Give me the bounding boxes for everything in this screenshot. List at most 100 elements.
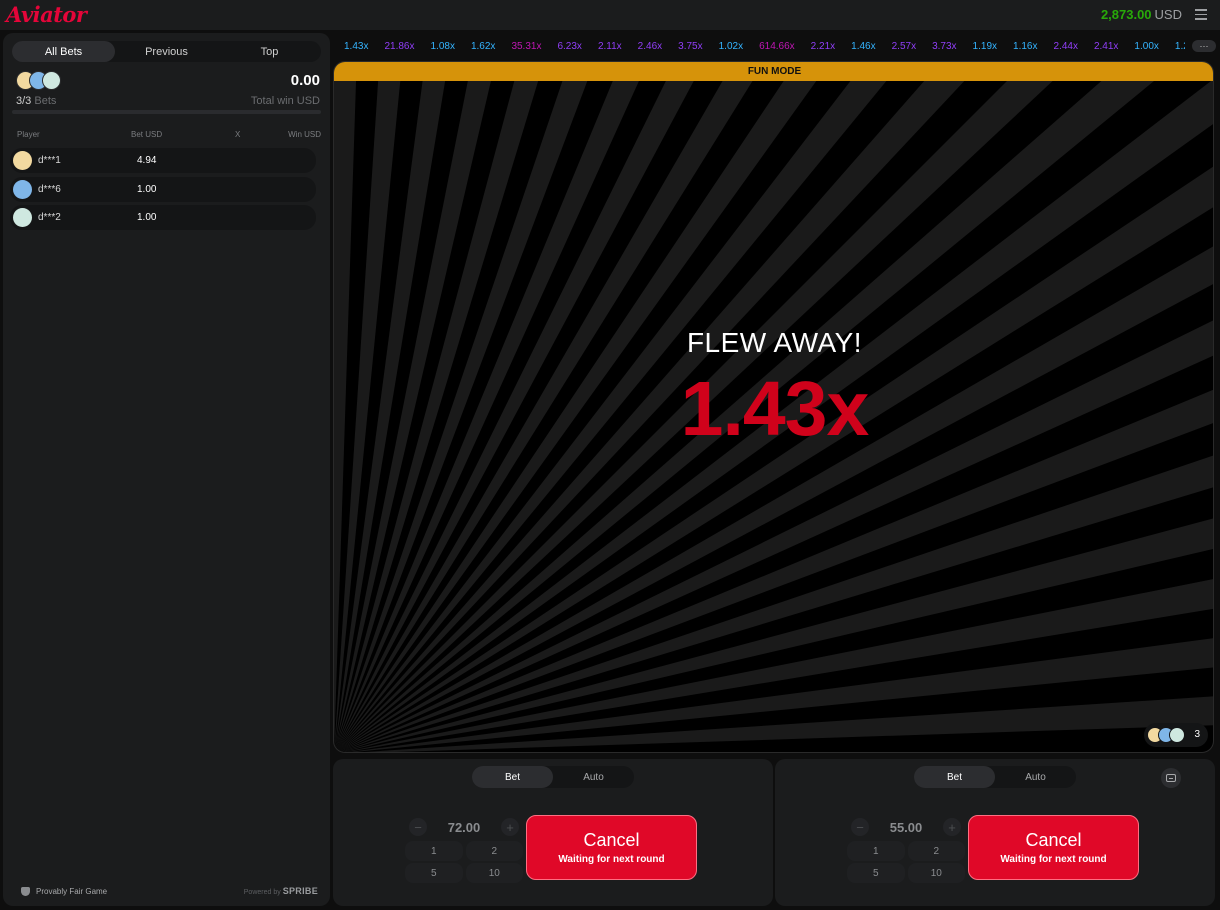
- avatar: [1169, 727, 1185, 743]
- table-row: d***6 1.00: [10, 176, 316, 202]
- decrease-button[interactable]: −: [851, 818, 869, 836]
- bets-table-header: Player Bet USD X Win USD: [12, 130, 321, 142]
- cancel-bet-button[interactable]: Cancel Waiting for next round: [968, 815, 1139, 880]
- summary-progress-bar: [12, 110, 321, 114]
- player-name: d***2: [38, 212, 61, 223]
- table-row: d***2 1.00: [10, 205, 316, 230]
- history-multiplier[interactable]: 2.46x: [638, 41, 662, 52]
- increase-button[interactable]: +: [501, 818, 519, 836]
- powered-by-label: Powered by: [243, 889, 281, 896]
- quick-amount-button[interactable]: 1: [405, 841, 463, 861]
- bet-panel-2: Bet Auto − + 1 2 5 10 Cancel Waiting for…: [775, 759, 1215, 906]
- quick-amount-button[interactable]: 2: [907, 841, 965, 861]
- bet-mode-tabs: Bet Auto: [914, 766, 1076, 788]
- avatar: [13, 179, 32, 199]
- history-multiplier[interactable]: 2.11x: [598, 41, 622, 52]
- bets-count-value: 3/3: [16, 95, 32, 107]
- history-multiplier[interactable]: 1.16x: [1013, 41, 1037, 52]
- bet-amount: 4.94: [137, 155, 157, 166]
- cancel-bet-button[interactable]: Cancel Waiting for next round: [526, 815, 697, 880]
- total-win-value: 0.00: [290, 72, 320, 89]
- history-multiplier[interactable]: 2.44x: [1053, 41, 1077, 52]
- history-multiplier[interactable]: 21.86x: [384, 41, 414, 52]
- history-multiplier[interactable]: 3.73x: [932, 41, 956, 52]
- history-multiplier[interactable]: 1.62x: [471, 41, 495, 52]
- quick-amounts: 1 2 5 10: [405, 841, 523, 883]
- quick-amount-button[interactable]: 5: [405, 863, 463, 883]
- avatar: [13, 208, 32, 227]
- bets-panel: All Bets Previous Top 3/3 Bets 0.00 Tota…: [3, 33, 330, 906]
- tab-all-bets[interactable]: All Bets: [12, 41, 115, 62]
- top-bar: Aviator 2,873.00 USD: [0, 0, 1220, 30]
- flew-away-text: FLEW AWAY!: [686, 327, 863, 358]
- col-win: Win USD: [288, 130, 321, 139]
- quick-amount-button[interactable]: 5: [847, 863, 905, 883]
- history-multiplier[interactable]: 35.31x: [511, 41, 541, 52]
- bet-amount-control: − +: [405, 815, 523, 839]
- tab-auto[interactable]: Auto: [553, 766, 634, 788]
- online-players-count: 3: [1194, 729, 1200, 740]
- balance: 2,873.00 USD: [1101, 7, 1182, 22]
- history-more-button[interactable]: ···: [1192, 40, 1216, 52]
- tab-bet[interactable]: Bet: [472, 766, 553, 788]
- bet-amount-control: − +: [847, 815, 965, 839]
- aviator-logo[interactable]: Aviator: [6, 2, 87, 27]
- provably-fair-link[interactable]: Provably Fair Game: [21, 887, 107, 896]
- bet-amount: 1.00: [137, 212, 157, 223]
- multiplier-history: 1.43x 21.86x 1.08x 1.62x 35.31x 6.23x 2.11x 2.4…: [333, 36, 1185, 56]
- history-multiplier[interactable]: 614.66x: [759, 41, 795, 52]
- powered-by: Powered by SPRIBE: [244, 886, 318, 896]
- remove-panel-icon[interactable]: [1161, 768, 1181, 788]
- total-win-label: Total win USD: [250, 95, 320, 107]
- history-multiplier[interactable]: 6.23x: [557, 41, 581, 52]
- shield-icon: [21, 887, 30, 896]
- bet-amount-input[interactable]: [869, 815, 943, 839]
- tab-bet[interactable]: Bet: [914, 766, 995, 788]
- player-name: d***6: [38, 183, 61, 195]
- bets-tabs: All Bets Previous Top: [12, 41, 321, 62]
- waiting-label: Waiting for next round: [1000, 854, 1107, 865]
- tab-top[interactable]: Top: [218, 41, 321, 62]
- game-canvas: FUN MODE FLEW AWAY! 1.43x 3: [333, 61, 1214, 753]
- col-x: X: [235, 130, 241, 139]
- cancel-label: Cancel: [1025, 830, 1082, 850]
- balance-currency: USD: [1154, 7, 1182, 22]
- history-multiplier[interactable]: 2.57x: [892, 41, 916, 52]
- col-player: Player: [17, 130, 40, 139]
- quick-amount-button[interactable]: 10: [907, 863, 965, 883]
- avatar: [13, 151, 32, 170]
- bets-count-label: Bets: [34, 95, 57, 107]
- bet-panel-1: Bet Auto − + 1 2 5 10 Cancel Waiting for…: [333, 759, 773, 906]
- table-row: d***1 4.94: [10, 148, 316, 173]
- history-multiplier[interactable]: 1.46x: [851, 41, 875, 52]
- history-multiplier[interactable]: 1.22x: [1175, 41, 1185, 52]
- fun-mode-banner: FUN MODE: [334, 62, 1213, 81]
- tab-auto[interactable]: Auto: [995, 766, 1076, 788]
- balance-amount: 2,873.00: [1100, 7, 1152, 22]
- history-multiplier[interactable]: 2.41x: [1094, 41, 1118, 52]
- tab-previous[interactable]: Previous: [115, 41, 218, 62]
- bet-mode-tabs: Bet Auto: [472, 766, 634, 788]
- player-name: d***1: [38, 155, 61, 166]
- history-multiplier[interactable]: 1.02x: [719, 41, 743, 52]
- history-multiplier[interactable]: 1.19x: [973, 41, 997, 52]
- history-multiplier[interactable]: 1.00x: [1134, 41, 1158, 52]
- quick-amount-button[interactable]: 10: [465, 863, 523, 883]
- history-multiplier[interactable]: 3.75x: [678, 41, 702, 52]
- quick-amount-button[interactable]: 1: [847, 841, 905, 861]
- quick-amounts: 1 2 5 10: [847, 841, 965, 883]
- avatar: [42, 71, 61, 90]
- crash-multiplier: 1.43x: [680, 366, 870, 452]
- bet-amount-input[interactable]: [427, 815, 501, 839]
- online-players[interactable]: 3: [1144, 723, 1208, 747]
- bets-count: 3/3 Bets: [16, 95, 56, 107]
- increase-button[interactable]: +: [943, 818, 961, 836]
- history-multiplier[interactable]: 1.43x: [344, 41, 368, 52]
- decrease-button[interactable]: −: [409, 818, 427, 836]
- quick-amount-button[interactable]: 2: [465, 841, 523, 861]
- bet-amount: 1.00: [137, 183, 157, 195]
- history-multiplier[interactable]: 1.08x: [431, 41, 455, 52]
- hamburger-menu-icon[interactable]: [1195, 6, 1207, 20]
- history-multiplier[interactable]: 2.21x: [811, 41, 835, 52]
- spribe-logo: SPRIBE: [282, 886, 318, 896]
